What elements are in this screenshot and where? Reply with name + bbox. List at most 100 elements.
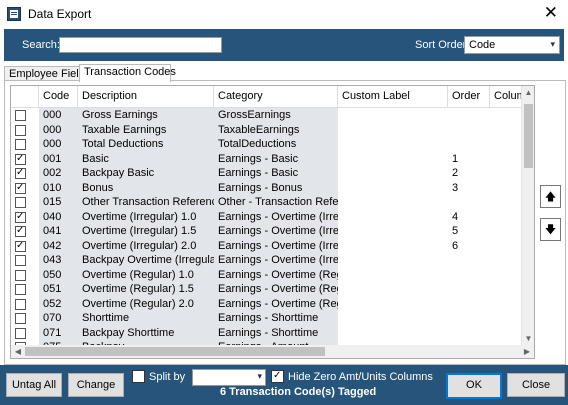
table-row[interactable]: 010BonusEarnings - Bonus 3 — [11, 180, 521, 196]
vertical-scrollbar[interactable]: ▲ ▼ — [521, 86, 534, 346]
cell-custom-label[interactable] — [338, 181, 448, 196]
close-button[interactable]: Close — [507, 373, 565, 397]
row-checkbox[interactable] — [15, 239, 26, 252]
row-checkbox[interactable] — [15, 139, 26, 150]
hide-zero-checkbox[interactable] — [271, 369, 284, 383]
cell-custom-label[interactable] — [338, 268, 448, 283]
cell-custom-label[interactable] — [338, 239, 448, 254]
row-checkbox[interactable] — [15, 284, 26, 295]
untag-all-button[interactable]: Untag All — [6, 373, 62, 397]
cell-order[interactable] — [448, 253, 490, 268]
row-select-cell[interactable] — [11, 181, 39, 196]
row-select-cell[interactable] — [11, 326, 39, 341]
row-select-cell[interactable] — [11, 108, 39, 123]
table-row[interactable]: 041Overtime (Irregular) 1.5Earnings - Ov… — [11, 224, 521, 239]
table-row[interactable]: 002Backpay BasicEarnings - Basic 2 — [11, 166, 521, 181]
scroll-down-icon[interactable]: ▼ — [522, 333, 534, 345]
table-row[interactable]: 052 Overtime (Regular) 2.0 Earnings - Over… — [11, 296, 521, 312]
row-select-cell[interactable] — [11, 311, 39, 326]
close-icon[interactable]: ✕ — [544, 3, 558, 23]
row-checkbox[interactable] — [15, 152, 26, 165]
row-checkbox[interactable] — [15, 110, 26, 121]
cell-custom-label[interactable] — [338, 123, 448, 138]
row-select-cell[interactable] — [11, 268, 39, 283]
row-checkbox[interactable] — [15, 255, 26, 266]
row-checkbox[interactable] — [15, 210, 26, 223]
table-row[interactable]: 001BasicEarnings - Basic 1 — [11, 151, 521, 167]
cell-order[interactable]: 4 — [448, 210, 490, 225]
cell-order[interactable] — [448, 195, 490, 210]
split-by-checkbox[interactable] — [132, 370, 145, 383]
cell-order[interactable]: 2 — [448, 166, 490, 181]
cell-custom-label[interactable] — [338, 326, 448, 341]
table-row[interactable]: 051 Overtime (Regular) 1.5 Earnings - Over… — [11, 282, 521, 297]
table-row[interactable]: 000 Gross Earnings GrossEarnings — [11, 108, 521, 123]
row-select-cell[interactable] — [11, 166, 39, 181]
table-row[interactable]: 000 Taxable Earnings TaxableEarnings — [11, 122, 521, 138]
vertical-scroll-thumb[interactable] — [524, 104, 533, 168]
cell-custom-label[interactable] — [338, 282, 448, 297]
table-row[interactable]: 000 Total Deductions TotalDeductions — [11, 137, 521, 152]
move-up-button[interactable]: 🡅 — [540, 185, 561, 208]
cell-order[interactable]: 5 — [448, 224, 490, 239]
cell-order[interactable] — [448, 268, 490, 283]
scroll-left-icon[interactable]: ◀ — [12, 345, 24, 358]
row-select-cell[interactable] — [11, 210, 39, 225]
column-header-description[interactable]: Description — [78, 86, 214, 107]
scroll-right-icon[interactable]: ▶ — [521, 345, 533, 358]
ok-button[interactable]: OK — [446, 373, 502, 399]
row-checkbox[interactable] — [15, 181, 26, 194]
column-header-custom-label[interactable]: Custom Label — [338, 86, 448, 107]
row-select-cell[interactable] — [11, 195, 39, 210]
move-down-button[interactable]: 🡇 — [540, 218, 561, 241]
search-input[interactable] — [59, 37, 222, 53]
row-checkbox[interactable] — [15, 197, 26, 208]
table-row[interactable]: 043 Backpay Overtime (Irregular) Earnings … — [11, 253, 521, 268]
cell-custom-label[interactable] — [338, 297, 448, 312]
row-select-cell[interactable] — [11, 253, 39, 268]
column-header-category[interactable]: Category — [214, 86, 338, 107]
cell-custom-label[interactable] — [338, 137, 448, 152]
cell-order[interactable] — [448, 326, 490, 341]
tab-employee-fields[interactable]: Employee Fields — [4, 66, 90, 81]
cell-order[interactable] — [448, 123, 490, 138]
cell-order[interactable]: 3 — [448, 181, 490, 196]
split-by-select[interactable]: ▾ — [192, 369, 266, 386]
table-row[interactable]: 070 Shorttime Earnings - Shorttime — [11, 311, 521, 326]
column-header-order[interactable]: Order — [448, 86, 490, 107]
row-select-cell[interactable] — [11, 224, 39, 239]
cell-custom-label[interactable] — [338, 108, 448, 123]
row-select-cell[interactable] — [11, 239, 39, 254]
tab-transaction-codes[interactable]: Transaction Codes — [79, 64, 176, 82]
cell-custom-label[interactable] — [338, 253, 448, 268]
row-select-cell[interactable] — [11, 123, 39, 138]
cell-custom-label[interactable] — [338, 195, 448, 210]
row-checkbox[interactable] — [15, 124, 26, 136]
cell-order[interactable]: 1 — [448, 152, 490, 167]
cell-order[interactable] — [448, 282, 490, 297]
cell-custom-label[interactable] — [338, 166, 448, 181]
row-checkbox[interactable] — [15, 327, 26, 339]
row-checkbox[interactable] — [15, 166, 26, 179]
sort-order-select[interactable]: Code ▾ — [464, 36, 560, 54]
cell-order[interactable] — [448, 311, 490, 326]
table-row[interactable]: 040Overtime (Irregular) 1.0Earnings - Ov… — [11, 209, 521, 225]
horizontal-scrollbar[interactable]: ◀ ▶ — [10, 345, 535, 359]
row-select-cell[interactable] — [11, 137, 39, 152]
row-checkbox[interactable] — [15, 298, 26, 310]
row-select-cell[interactable] — [11, 152, 39, 167]
cell-custom-label[interactable] — [338, 311, 448, 326]
table-row[interactable]: 050 Overtime (Regular) 1.0 Earnings - Over… — [11, 267, 521, 283]
row-checkbox[interactable] — [15, 313, 26, 324]
row-select-cell[interactable] — [11, 297, 39, 312]
scroll-up-icon[interactable]: ▲ — [522, 87, 534, 99]
table-row[interactable]: 015 Other Transaction Reference Other - Tr… — [11, 195, 521, 210]
cell-order[interactable] — [448, 297, 490, 312]
horizontal-scroll-thumb[interactable] — [25, 347, 325, 356]
row-select-cell[interactable] — [11, 282, 39, 297]
cell-custom-label[interactable] — [338, 152, 448, 167]
cell-custom-label[interactable] — [338, 224, 448, 239]
cell-order[interactable] — [448, 137, 490, 152]
cell-custom-label[interactable] — [338, 210, 448, 225]
table-row[interactable]: 042Overtime (Irregular) 2.0Earnings - Ov… — [11, 238, 521, 254]
